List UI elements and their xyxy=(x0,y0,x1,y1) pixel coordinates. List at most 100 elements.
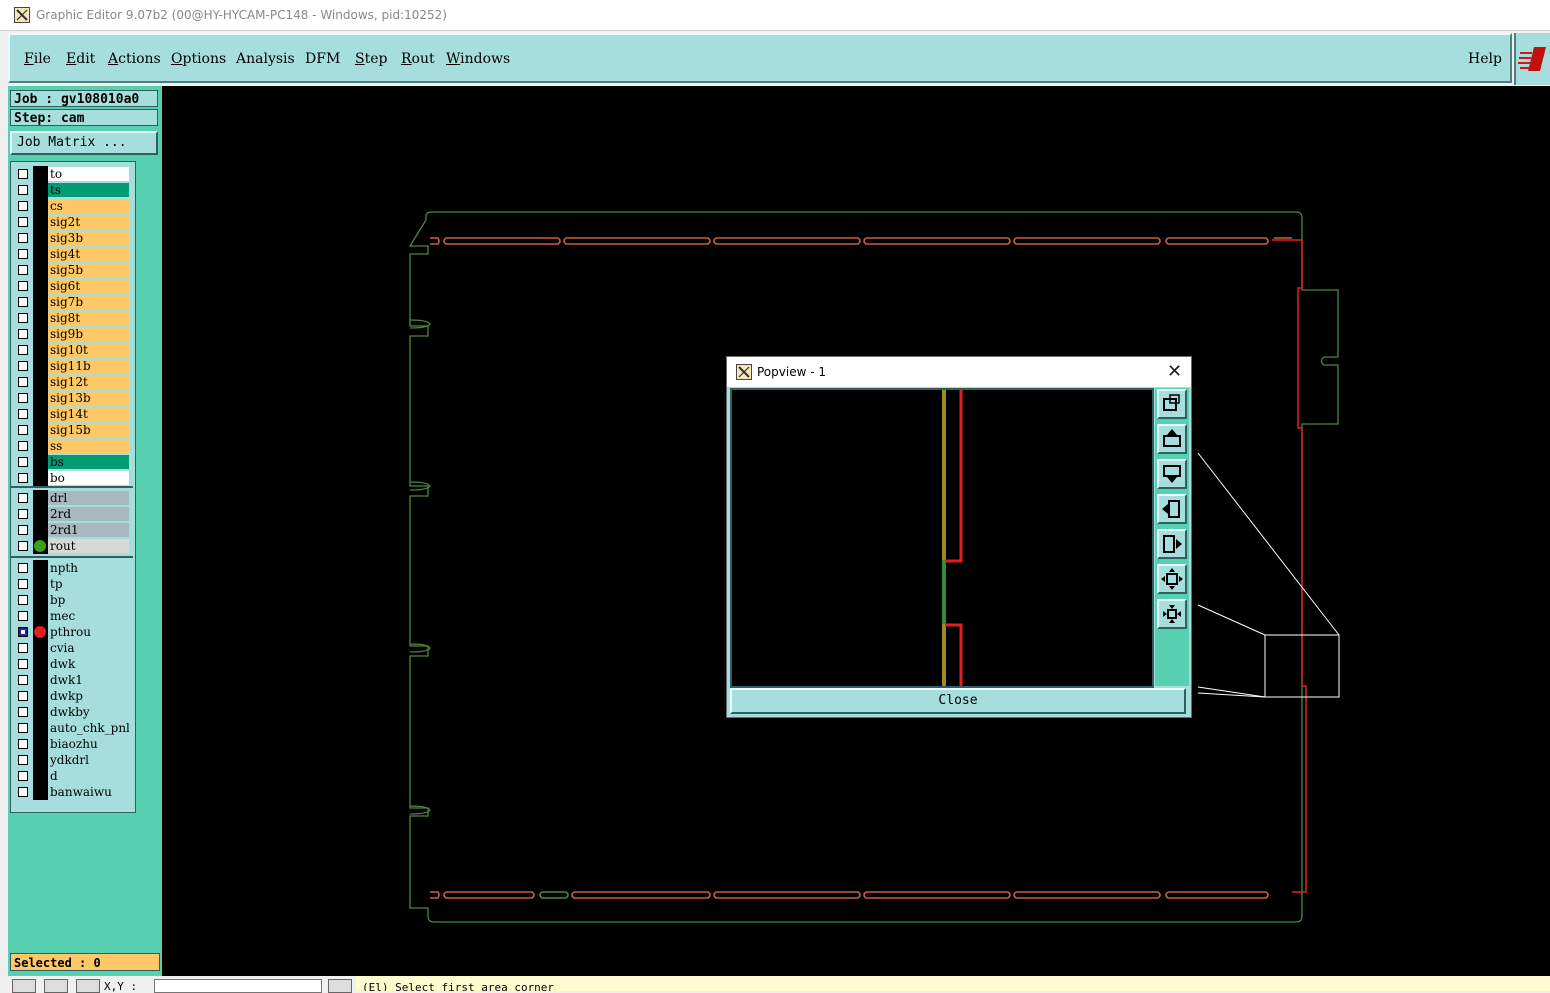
menu-actions[interactable]: Actions xyxy=(108,51,161,67)
layer-name[interactable]: 2rd1 xyxy=(48,523,129,537)
layer-row[interactable]: sig11b xyxy=(11,358,133,374)
layer-row[interactable]: sig6t xyxy=(11,278,133,294)
layer-checkbox[interactable] xyxy=(18,297,28,307)
layer-row[interactable]: bp xyxy=(11,592,133,608)
layer-checkbox[interactable] xyxy=(18,281,28,291)
layer-name[interactable]: bs xyxy=(48,455,129,469)
layer-row[interactable]: sig14t xyxy=(11,406,133,422)
layer-checkbox[interactable] xyxy=(18,723,28,733)
layer-checkbox[interactable] xyxy=(18,755,28,765)
layer-checkbox[interactable] xyxy=(18,217,28,227)
layer-row[interactable]: sig3b xyxy=(11,230,133,246)
layer-checkbox[interactable] xyxy=(18,611,28,621)
layer-row[interactable]: 2rd1 xyxy=(11,522,133,538)
layer-name[interactable]: sig14t xyxy=(48,407,129,421)
layer-row[interactable]: tp xyxy=(11,576,133,592)
layer-name[interactable]: sig15b xyxy=(48,423,129,437)
layer-checkbox[interactable] xyxy=(18,345,28,355)
layer-name[interactable]: sig13b xyxy=(48,391,129,405)
menu-edit[interactable]: Edit xyxy=(66,51,95,67)
layer-row[interactable]: ts xyxy=(11,182,133,198)
layer-row[interactable]: d xyxy=(11,768,133,784)
layer-checkbox[interactable] xyxy=(18,313,28,323)
layer-name[interactable]: dwkby xyxy=(48,705,129,719)
layer-checkbox[interactable] xyxy=(18,169,28,179)
layer-row[interactable]: sig8t xyxy=(11,310,133,326)
layer-checkbox[interactable] xyxy=(18,739,28,749)
layer-checkbox[interactable] xyxy=(18,643,28,653)
layer-checkbox[interactable] xyxy=(18,525,28,535)
layer-row[interactable]: sig10t xyxy=(11,342,133,358)
layer-row[interactable]: sig13b xyxy=(11,390,133,406)
layer-checkbox[interactable] xyxy=(18,425,28,435)
layer-row[interactable]: bs xyxy=(11,454,133,470)
layer-row[interactable]: dwkby xyxy=(11,704,133,720)
layer-checkbox[interactable] xyxy=(18,457,28,467)
layer-checkbox[interactable] xyxy=(18,675,28,685)
layer-name[interactable]: sig9b xyxy=(48,327,129,341)
close-icon[interactable]: ✕ xyxy=(1167,361,1182,382)
layer-row[interactable]: ss xyxy=(11,438,133,454)
pan-down-button[interactable] xyxy=(1157,459,1187,489)
layer-row[interactable]: sig9b xyxy=(11,326,133,342)
layer-row[interactable]: drl xyxy=(11,490,133,506)
layer-name[interactable]: mec xyxy=(48,609,129,623)
layer-checkbox[interactable] xyxy=(18,509,28,519)
layer-row[interactable]: sig2t xyxy=(11,214,133,230)
layer-name[interactable]: sig4t xyxy=(48,247,129,261)
layer-name[interactable]: dwk xyxy=(48,657,129,671)
pan-up-button[interactable] xyxy=(1157,424,1187,454)
layer-row[interactable]: sig7b xyxy=(11,294,133,310)
pan-left-button[interactable] xyxy=(1157,494,1187,524)
layer-checkbox[interactable] xyxy=(18,377,28,387)
menu-help[interactable]: Help xyxy=(1468,51,1502,67)
layer-row[interactable]: dwk xyxy=(11,656,133,672)
layer-row[interactable]: sig15b xyxy=(11,422,133,438)
layer-row[interactable]: dwk1 xyxy=(11,672,133,688)
layer-name[interactable]: ss xyxy=(48,439,129,453)
menu-rout[interactable]: Rout xyxy=(401,51,435,67)
layer-row[interactable]: cs xyxy=(11,198,133,214)
menu-step[interactable]: Step xyxy=(355,51,387,67)
layer-checkbox[interactable] xyxy=(18,579,28,589)
layer-row[interactable]: rout xyxy=(11,538,133,554)
layer-row[interactable]: sig5b xyxy=(11,262,133,278)
layer-name[interactable]: rout xyxy=(48,539,129,553)
layer-checkbox[interactable] xyxy=(18,265,28,275)
zoom-in-button[interactable] xyxy=(1157,599,1187,629)
layer-checkbox[interactable] xyxy=(18,329,28,339)
layer-name[interactable]: ydkdrl xyxy=(48,753,129,767)
layer-name[interactable]: 2rd xyxy=(48,507,129,521)
layer-checkbox[interactable] xyxy=(18,541,28,551)
layer-name[interactable]: to xyxy=(48,167,129,181)
layer-row[interactable]: pthrou xyxy=(11,624,133,640)
layer-name[interactable]: biaozhu xyxy=(48,737,129,751)
layer-name[interactable]: bp xyxy=(48,593,129,607)
layer-row[interactable]: biaozhu xyxy=(11,736,133,752)
layer-name[interactable]: auto_chk_pnl xyxy=(48,721,129,735)
layer-name[interactable]: sig8t xyxy=(48,311,129,325)
layer-checkbox[interactable] xyxy=(18,441,28,451)
layer-name[interactable]: sig7b xyxy=(48,295,129,309)
layer-name[interactable]: npth xyxy=(48,561,129,575)
layer-checkbox[interactable] xyxy=(18,659,28,669)
layer-checkbox[interactable] xyxy=(18,493,28,503)
menu-file[interactable]: File xyxy=(24,51,51,67)
pan-right-button[interactable] xyxy=(1157,529,1187,559)
layer-row[interactable]: sig4t xyxy=(11,246,133,262)
layer-name[interactable]: sig11b xyxy=(48,359,129,373)
zoom-fit-button[interactable] xyxy=(1157,389,1187,419)
layer-checkbox[interactable] xyxy=(18,233,28,243)
layer-name[interactable]: drl xyxy=(48,491,129,505)
layer-checkbox[interactable] xyxy=(18,249,28,259)
layer-name[interactable]: dwkp xyxy=(48,689,129,703)
layer-name[interactable]: sig2t xyxy=(48,215,129,229)
layer-checkbox[interactable] xyxy=(18,595,28,605)
layer-checkbox[interactable] xyxy=(18,201,28,211)
job-matrix-button[interactable]: Job Matrix ... xyxy=(10,131,158,155)
layer-checkbox[interactable] xyxy=(18,787,28,797)
popview-canvas[interactable] xyxy=(730,388,1154,688)
layer-row[interactable]: npth xyxy=(11,560,133,576)
layer-checkbox[interactable] xyxy=(18,185,28,195)
menu-options[interactable]: Options xyxy=(171,51,226,67)
